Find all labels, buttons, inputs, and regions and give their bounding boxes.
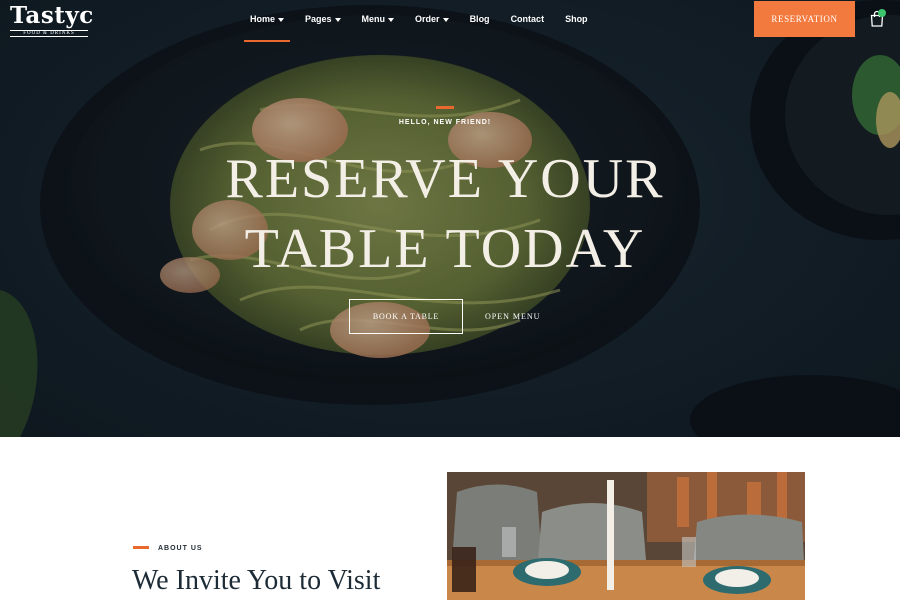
nav-item-label: Shop	[565, 14, 588, 24]
eyebrow-accent-line	[436, 106, 454, 109]
logo-wordmark: Tastyc	[10, 2, 94, 29]
about-title: We Invite You to Visit	[132, 565, 381, 596]
nav-item-shop[interactable]: Shop	[565, 12, 588, 26]
book-table-button[interactable]: BOOK A TABLE	[349, 299, 463, 334]
hero-title-line-2: TABLE TODAY	[244, 218, 646, 280]
logo-tagline: Food & Drinks	[10, 30, 88, 37]
nav-item-home[interactable]: Home	[250, 12, 285, 26]
hero-title: RESERVE YOUR TABLE TODAY	[0, 144, 890, 284]
nav-active-indicator	[244, 40, 290, 42]
reservation-button[interactable]: RESERVATION	[754, 1, 855, 37]
logo[interactable]: Tastyc Food & Drinks	[10, 2, 94, 37]
chevron-down-icon	[442, 17, 449, 22]
chevron-down-icon	[388, 17, 395, 22]
chevron-down-icon	[278, 17, 285, 22]
nav-item-label: Menu	[361, 14, 386, 24]
nav-item-pages[interactable]: Pages	[305, 12, 341, 26]
nav-item-order[interactable]: Order	[415, 12, 449, 26]
restaurant-interior-image	[447, 472, 805, 600]
hero-eyebrow: HELLO, NEW FRIEND!	[398, 119, 492, 126]
nav-item-label: Pages	[305, 14, 332, 24]
nav-item-label: Home	[250, 14, 276, 24]
nav-item-contact[interactable]: Contact	[511, 12, 545, 26]
hero-title-line-1: RESERVE YOUR	[225, 148, 665, 210]
about-label: ABOUT US	[158, 545, 203, 552]
open-menu-link[interactable]: OPEN MENU	[485, 312, 540, 321]
nav-item-menu[interactable]: Menu	[362, 12, 395, 26]
cart-badge	[878, 9, 886, 17]
chevron-down-icon	[334, 17, 341, 22]
nav-item-label: Contact	[510, 14, 545, 24]
main-nav: Home Pages Menu Order Blog Contact Shop	[243, 12, 609, 26]
nav-item-blog[interactable]: Blog	[470, 12, 490, 26]
nav-item-label: Order	[415, 14, 440, 24]
nav-item-label: Blog	[469, 14, 490, 24]
about-accent-line	[133, 546, 149, 549]
restaurant-interior-illustration	[447, 472, 805, 600]
